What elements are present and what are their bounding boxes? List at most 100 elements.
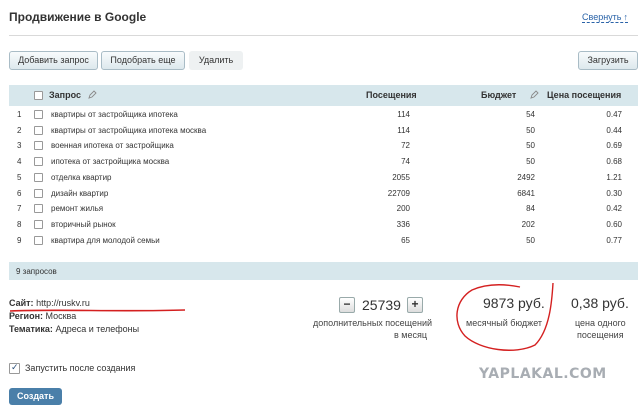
row-query: дизайн квартир (51, 188, 109, 198)
row-visits: 2055 (392, 172, 410, 182)
row-checkbox[interactable] (34, 110, 43, 119)
row-number: 5 (17, 172, 22, 182)
row-number: 2 (17, 125, 22, 135)
minus-button[interactable]: − (339, 297, 355, 313)
topic-value: Адреса и телефоны (55, 324, 140, 334)
row-query: квартиры от застройщика ипотека (51, 110, 178, 119)
row-number: 4 (17, 157, 22, 167)
row-query: ремонт жилья (51, 204, 104, 214)
collapse-link[interactable]: Свернуть ↑ (582, 12, 628, 23)
select-all-checkbox[interactable] (34, 91, 43, 100)
table-row[interactable]: 1 квартиры от застройщика ипотека 114 54 0.4… (9, 107, 638, 123)
row-budget: 50 (526, 157, 535, 167)
site-info: Сайт: http://ruskv.ru (9, 298, 90, 308)
pencil-icon[interactable] (88, 90, 97, 99)
column-price[interactable]: Цена посещения (547, 90, 621, 100)
delete-button[interactable]: Удалить (189, 51, 243, 70)
row-price: 0.60 (606, 219, 622, 229)
column-budget[interactable]: Бюджет (481, 90, 516, 100)
table-row[interactable]: 7 ремонт жилья 200 84 0.42 (9, 201, 638, 217)
row-checkbox[interactable] (34, 172, 43, 182)
query-count: 9 запросов (16, 267, 57, 276)
row-budget: 50 (526, 235, 535, 245)
row-checkbox[interactable] (34, 141, 43, 151)
row-visits: 65 (401, 235, 410, 245)
region-info: Регион: Москва (9, 311, 76, 321)
row-query: военная ипотека от застройщика (51, 141, 174, 151)
row-query: отделка квартир (51, 172, 112, 182)
row-price: 0.69 (606, 141, 622, 151)
table-row[interactable]: 8 вторичный рынок 336 202 0.60 (9, 217, 638, 233)
row-visits: 72 (401, 141, 410, 151)
topic-label: Тематика: (9, 324, 53, 334)
region-value: Москва (45, 311, 77, 321)
column-visits[interactable]: Посещения (366, 90, 417, 100)
plus-button[interactable]: + (407, 297, 423, 313)
arrow-up-icon[interactable]: ↑ (624, 12, 629, 22)
row-price: 1.21 (606, 172, 622, 182)
upload-button[interactable]: Загрузить (578, 51, 638, 70)
create-button[interactable]: Создать (9, 388, 62, 405)
table-row[interactable]: 2 квартиры от застройщика ипотека москва 1… (9, 123, 638, 139)
autostart-label[interactable]: Запустить после создания (25, 363, 135, 373)
row-number: 7 (17, 204, 22, 214)
row-checkbox[interactable] (34, 204, 43, 214)
topic-info: Тематика: Адреса и телефоны (9, 324, 139, 334)
row-number: 8 (17, 219, 22, 229)
price-value: 0,38 руб. (571, 295, 629, 311)
row-budget: 84 (526, 204, 535, 214)
table-row[interactable]: 3 военная ипотека от застройщика 72 50 0.69 (9, 138, 638, 154)
row-query: ипотека от застройщика москва (51, 157, 170, 167)
watermark: YAPLAKAL.COM (479, 366, 607, 382)
row-number: 6 (17, 188, 22, 198)
visits-caption-line1: дополнительных посещений (313, 318, 433, 328)
collapse-label[interactable]: Свернуть (582, 12, 621, 22)
budget-value: 9873 руб. (483, 295, 545, 311)
row-price: 0.77 (606, 235, 622, 245)
row-price: 0.47 (606, 110, 622, 119)
page-title: Продвижение в Google (9, 10, 147, 24)
visits-caption-line2: в месяц (394, 330, 428, 340)
table-row[interactable]: 5 отделка квартир 2055 2492 1.21 (9, 170, 638, 186)
row-number: 9 (17, 235, 22, 245)
row-budget: 6841 (517, 188, 535, 198)
row-number: 3 (17, 141, 22, 151)
budget-caption: месячный бюджет (466, 318, 543, 328)
row-checkbox[interactable] (34, 125, 43, 135)
table-row[interactable]: 6 дизайн квартир 22709 6841 0.30 (9, 186, 638, 202)
row-budget: 50 (526, 141, 535, 151)
visits-value: 25739 (362, 297, 401, 313)
add-query-button[interactable]: Добавить запрос (9, 51, 98, 70)
row-visits: 200 (396, 204, 410, 214)
row-checkbox[interactable] (34, 188, 43, 198)
row-checkbox[interactable] (34, 157, 43, 167)
price-caption-line1: цена одного (575, 318, 626, 328)
row-number: 1 (17, 110, 22, 119)
row-budget: 54 (526, 110, 535, 119)
row-budget: 2492 (517, 172, 535, 182)
row-checkbox[interactable] (34, 235, 43, 245)
price-caption-line2: посещения (577, 330, 624, 340)
table-header: Запрос Посещения Бюджет Цена посещения (9, 85, 638, 106)
row-visits: 114 (397, 110, 410, 119)
site-label: Сайт: (9, 298, 34, 308)
row-budget: 50 (526, 125, 535, 135)
site-value: http://ruskv.ru (36, 298, 90, 308)
table-row[interactable]: 9 квартира для молодой семьи 65 50 0.77 (9, 233, 638, 249)
table-row[interactable]: 4 ипотека от застройщика москва 74 50 0.68 (9, 154, 638, 170)
row-price: 0.68 (606, 157, 622, 167)
row-checkbox[interactable] (34, 219, 43, 229)
column-query[interactable]: Запрос (49, 90, 81, 100)
pick-more-button[interactable]: Подобрать еще (101, 51, 185, 70)
row-price: 0.42 (606, 204, 622, 214)
row-visits: 114 (397, 125, 410, 135)
row-visits: 22709 (387, 188, 410, 198)
region-label: Регион: (9, 311, 43, 321)
pencil-icon[interactable] (530, 90, 539, 99)
autostart-checkbox[interactable]: ✓ (9, 362, 20, 374)
row-price: 0.44 (606, 125, 622, 135)
row-budget: 202 (521, 219, 535, 229)
divider (9, 35, 638, 36)
row-price: 0.30 (606, 188, 622, 198)
row-query: вторичный рынок (51, 219, 116, 229)
